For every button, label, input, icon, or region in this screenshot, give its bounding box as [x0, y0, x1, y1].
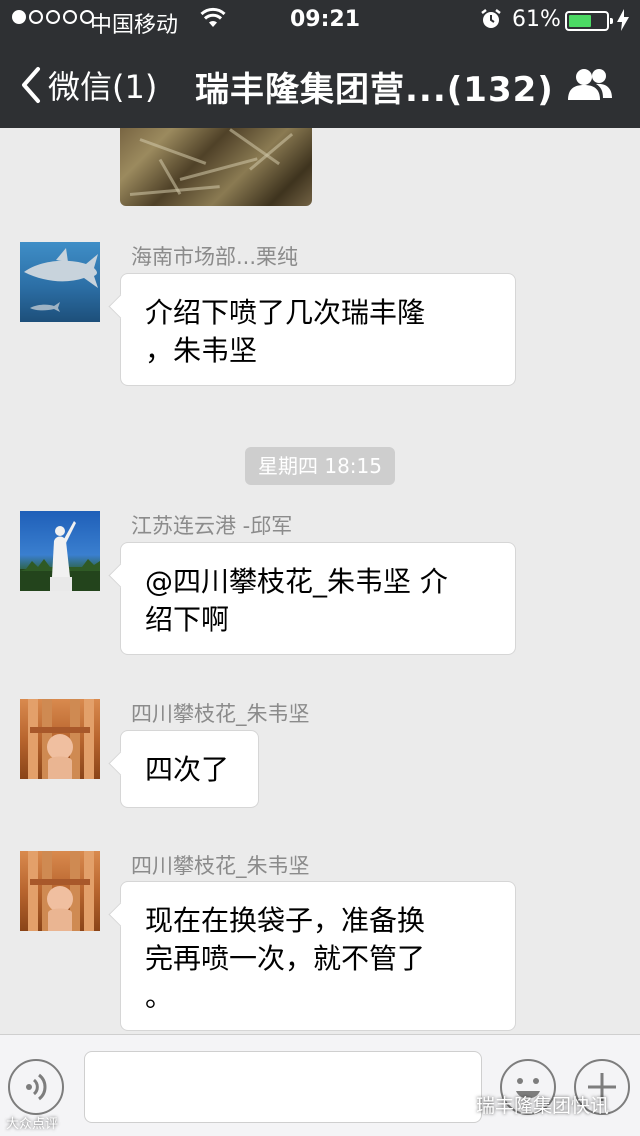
child-avatar-image: [28, 851, 94, 931]
voice-icon: [26, 1073, 47, 1101]
people-icon[interactable]: [566, 66, 614, 102]
chat-title: 瑞丰隆集团营...(132): [195, 70, 554, 110]
chat-message-list[interactable]: 海南市场部...栗纯 介绍下喷了几次瑞丰隆 ，朱韦坚 星期四 18:15 江苏连…: [0, 128, 640, 1034]
signal-strength-icon: [12, 10, 94, 24]
time-separator: 星期四 18:15: [245, 447, 395, 485]
watermark-text: 瑞丰隆集团快讯: [476, 1095, 610, 1117]
input-bar: 瑞丰隆集团快讯 大众点评: [0, 1034, 640, 1136]
sender-name: 四川攀枝花_朱韦坚: [131, 854, 310, 878]
image-message[interactable]: [120, 128, 312, 206]
alarm-icon: [481, 9, 501, 28]
child-avatar-image: [28, 699, 94, 779]
carrier-name: 中国移动: [90, 13, 179, 38]
chevron-left-icon: [22, 67, 40, 103]
wifi-icon: [200, 7, 226, 27]
message-bubble[interactable]: 四次了: [120, 730, 259, 808]
sender-name: 海南市场部...栗纯: [131, 245, 299, 269]
avatar[interactable]: [20, 851, 100, 931]
back-label: 微信(1): [48, 68, 158, 106]
back-button[interactable]: 微信(1): [18, 62, 157, 108]
battery-icon: [565, 11, 613, 31]
shark-avatar-image: [24, 248, 98, 312]
avatar[interactable]: [20, 511, 100, 591]
message-input[interactable]: [84, 1051, 482, 1123]
avatar[interactable]: [20, 699, 100, 779]
wechat-logo-icon: [444, 1094, 470, 1115]
message-bubble[interactable]: 现在在换袋子，准备换 完再喷一次，就不管了 。: [120, 881, 516, 1031]
voice-button[interactable]: [8, 1059, 64, 1115]
watermark: 瑞丰隆集团快讯: [444, 1091, 609, 1118]
sender-name: 江苏连云港 -邱军: [131, 514, 293, 538]
watermark-left: 大众点评: [6, 1117, 59, 1132]
avatar[interactable]: [20, 242, 100, 322]
nav-bar: 微信(1) 瑞丰隆集团营...(132): [0, 40, 640, 128]
charging-icon: [617, 9, 629, 31]
battery-fill: [569, 15, 591, 27]
sender-name: 四川攀枝花_朱韦坚: [131, 702, 310, 726]
statue-avatar-image: [20, 521, 100, 591]
battery-percentage: 61%: [512, 7, 561, 32]
clock: 09:21: [290, 7, 361, 32]
message-bubble[interactable]: @四川攀枝花_朱韦坚 介 绍下啊: [120, 542, 516, 655]
status-bar: 中国移动 09:21 61%: [0, 0, 640, 40]
message-bubble[interactable]: 介绍下喷了几次瑞丰隆 ，朱韦坚: [120, 273, 516, 386]
